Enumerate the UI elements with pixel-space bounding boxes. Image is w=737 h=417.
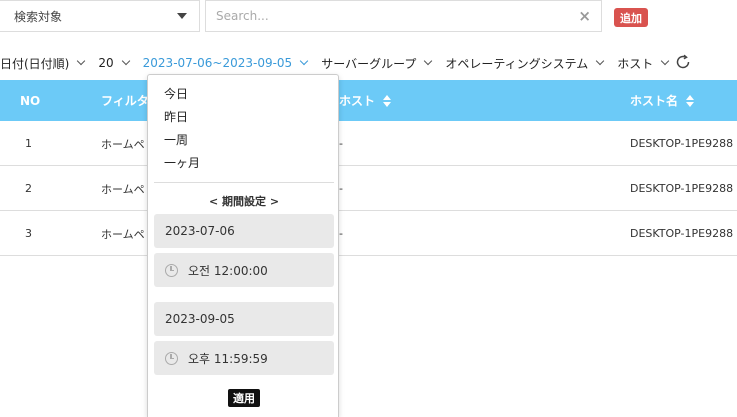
- start-date-field[interactable]: 2023-07-06: [154, 214, 334, 248]
- clock-icon: [165, 263, 178, 277]
- page-size-label: 20: [98, 56, 114, 70]
- search-target-select[interactable]: 検索対象: [0, 0, 200, 32]
- caret-down-icon: [177, 13, 187, 19]
- column-header-host-label: ホスト: [339, 94, 376, 108]
- cell-no: 1: [25, 137, 32, 150]
- preset-month[interactable]: 一ヶ月: [164, 154, 200, 171]
- server-group-label: サーバーグループ: [321, 56, 417, 71]
- cell-filter: ホームペ: [101, 137, 145, 151]
- chevron-down-icon: [596, 56, 605, 66]
- column-header-host-name[interactable]: ホスト名: [630, 80, 695, 121]
- sort-filter-label: 日付(日付順): [0, 56, 70, 71]
- end-time-value: 오후 11:59:59: [188, 351, 268, 366]
- search-box: ×: [205, 0, 602, 32]
- sort-filter[interactable]: 日付(日付順): [0, 55, 86, 72]
- cell-host-name: DESKTOP-1PE9288: [630, 182, 734, 195]
- os-filter[interactable]: オペレーティングシステム: [445, 55, 605, 72]
- preset-week[interactable]: 一周: [164, 131, 188, 148]
- apply-button[interactable]: 適用: [228, 389, 260, 407]
- add-button[interactable]: 追加: [614, 8, 648, 27]
- cell-filter: ホームペ: [101, 227, 145, 241]
- chevron-down-icon: [299, 56, 309, 66]
- cell-no: 3: [25, 227, 32, 240]
- start-date-value: 2023-07-06: [165, 224, 235, 238]
- chevron-down-icon: [77, 56, 86, 66]
- end-date-value: 2023-09-05: [165, 312, 235, 326]
- refresh-icon[interactable]: [675, 54, 691, 70]
- chevron-down-icon: [121, 56, 130, 66]
- cell-host-name: DESKTOP-1PE9288: [630, 137, 734, 150]
- date-range-dropdown: 今日 昨日 一周 一ヶ月 < 期間設定 > 2023-07-06 오전 12:0…: [147, 74, 339, 417]
- column-header-host[interactable]: ホスト: [339, 80, 392, 121]
- table-header: NO フィルタ ホスト ホスト名: [0, 80, 737, 121]
- preset-today[interactable]: 今日: [164, 85, 188, 102]
- cell-host-name: DESKTOP-1PE9288: [630, 227, 734, 240]
- divider: [154, 182, 334, 183]
- server-group-filter[interactable]: サーバーグループ: [321, 55, 433, 72]
- column-header-host-name-label: ホスト名: [630, 94, 679, 108]
- start-time-field[interactable]: 오전 12:00:00: [154, 253, 334, 287]
- preset-yesterday[interactable]: 昨日: [164, 108, 188, 125]
- cell-no: 2: [25, 182, 32, 195]
- search-target-label: 検索対象: [14, 9, 63, 24]
- period-setting-label[interactable]: < 期間設定 >: [148, 193, 340, 209]
- cell-filter: ホームペ: [101, 182, 145, 196]
- cell-host: -: [339, 137, 343, 150]
- date-range-label: 2023-07-06~2023-09-05: [142, 56, 293, 70]
- chevron-down-icon: [661, 56, 670, 66]
- table-row[interactable]: 1 ホームペ - DESKTOP-1PE9288: [0, 121, 737, 166]
- table-row[interactable]: 3 ホームペ - DESKTOP-1PE9288: [0, 211, 737, 256]
- column-header-filter[interactable]: フィルタ: [101, 80, 149, 121]
- table-row[interactable]: 2 ホームペ - DESKTOP-1PE9288: [0, 166, 737, 211]
- column-header-filter-label: フィルタ: [101, 94, 149, 108]
- start-time-value: 오전 12:00:00: [188, 263, 268, 278]
- column-header-no: NO: [20, 80, 40, 121]
- chevron-down-icon: [424, 56, 433, 66]
- end-date-field[interactable]: 2023-09-05: [154, 302, 334, 336]
- clear-icon[interactable]: ×: [578, 8, 591, 24]
- host-filter-label: ホスト: [617, 56, 654, 71]
- cell-host: -: [339, 227, 343, 240]
- host-filter[interactable]: ホスト: [617, 55, 670, 72]
- column-header-no-label: NO: [20, 93, 41, 108]
- page-size-filter[interactable]: 20: [98, 56, 130, 70]
- sort-icon: [686, 94, 695, 107]
- date-range-filter[interactable]: 2023-07-06~2023-09-05: [142, 56, 309, 70]
- search-input[interactable]: [216, 9, 579, 23]
- os-label: オペレーティングシステム: [445, 56, 589, 71]
- end-time-field[interactable]: 오후 11:59:59: [154, 341, 334, 375]
- clock-icon: [165, 351, 178, 365]
- top-bar: 検索対象 × 追加: [0, 0, 737, 34]
- sort-icon: [383, 94, 392, 107]
- filter-bar: 日付(日付順) 20 2023-07-06~2023-09-05 サーバーグルー…: [0, 54, 682, 72]
